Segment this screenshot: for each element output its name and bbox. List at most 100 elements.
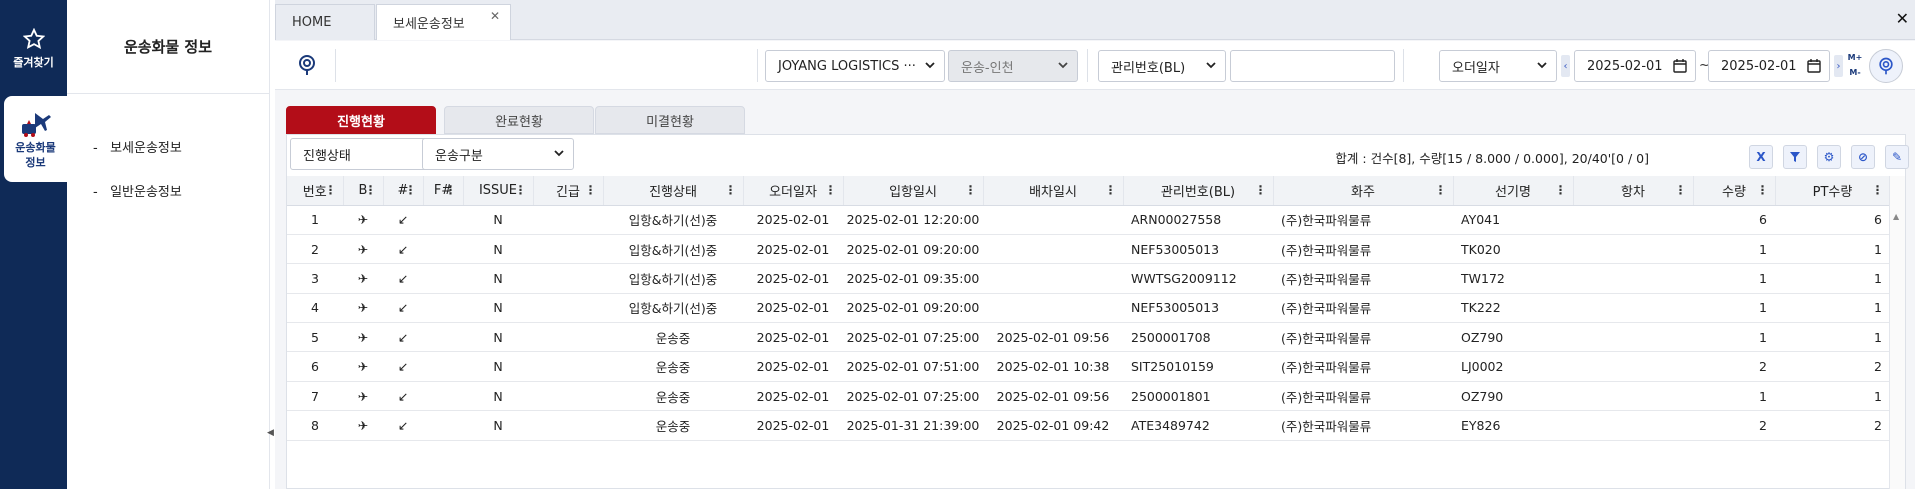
transport-select[interactable]: 운송-인천 [948,50,1078,82]
table-cell [983,234,1123,265]
column-header[interactable]: 오더일자 ⋮ [743,176,844,206]
column-menu-icon[interactable]: ⋮ [965,183,977,197]
column-header[interactable]: 배차일시 ⋮ [983,176,1124,206]
date-type-select[interactable]: 오더일자 [1439,50,1557,82]
table-cell [1573,263,1693,294]
excel-export-button[interactable]: X [1749,145,1773,169]
column-header[interactable]: PT수량 ⋮ [1775,176,1890,206]
column-menu-icon[interactable]: ⋮ [1555,183,1567,197]
transport-type-filter-value: 운송구분 [435,148,483,164]
table-row[interactable]: 7 ✈ ↙ N 운송중 2025-02-01 2025-02-01 07:25:00 2025… [287,381,1890,412]
vertical-scrollbar[interactable]: ▲ [1889,176,1905,489]
column-header[interactable]: ISSUE ⋮ [463,176,534,206]
tab-home[interactable]: HOME [275,4,375,40]
table-cell: 2 [287,234,343,265]
table-row[interactable]: 5 ✈ ↙ N 운송중 2025-02-01 2025-02-01 07:25:00 2025… [287,322,1890,353]
filter-button[interactable] [1783,145,1807,169]
column-menu-icon[interactable]: ⋮ [325,183,337,197]
table-cell [983,293,1123,324]
column-menu-icon[interactable]: ⋮ [1255,183,1267,197]
column-header[interactable]: 진행상태 ⋮ [603,176,744,206]
table-row[interactable]: 4 ✈ ↙ N 입항&하기(선)중 2025-02-01 2025-02-01 09:20:… [287,293,1890,324]
month-minus-button[interactable]: M- [1846,65,1864,80]
import-arrow-icon: ↙ [383,234,423,265]
gear-icon: ⚙ [1823,150,1835,164]
column-header[interactable]: 입항일시 ⋮ [843,176,984,206]
grid-body: 1 ✈ ↙ N 입항&하기(선)중 2025-02-01 2025-02-01 12:20:… [287,205,1890,441]
column-menu-icon[interactable]: ⋮ [515,183,527,197]
tab-pending[interactable]: 미결현황 [595,106,745,134]
column-header[interactable]: 선기명 ⋮ [1453,176,1574,206]
tab-bonded-transport[interactable]: 보세운송정보 ✕ [376,4,511,40]
column-menu-icon[interactable]: ⋮ [445,183,457,197]
calendar-icon[interactable] [1673,59,1687,73]
column-menu-icon[interactable]: ⋮ [825,183,837,197]
key-type-select[interactable]: 관리번호(BL) [1098,50,1226,82]
favorites-nav[interactable]: 즐겨찾기 [0,0,67,90]
table-row[interactable]: 3 ✈ ↙ N 입항&하기(선)중 2025-02-01 2025-02-01 09:35:… [287,263,1890,294]
tab-completed[interactable]: 완료현황 [444,106,594,134]
column-header[interactable]: 관리번호(BL) ⋮ [1123,176,1274,206]
pin-button[interactable]: ✎ [1885,145,1909,169]
date-from-field[interactable]: 2025-02-01 [1574,50,1696,82]
column-header[interactable]: # ⋮ [383,176,424,206]
block-button[interactable]: ⊘ [1851,145,1875,169]
table-row[interactable]: 1 ✈ ↙ N 입항&하기(선)중 2025-02-01 2025-02-01 12:20:… [287,205,1890,235]
table-row[interactable]: 8 ✈ ↙ N 운송중 2025-02-01 2025-01-31 21:39:00 2025… [287,410,1890,441]
transport-type-filter-select[interactable]: 운송구분 [422,138,574,170]
status-filter-select[interactable]: 진행상태 [290,138,442,170]
column-menu-icon[interactable]: ⋮ [585,183,597,197]
result-panel: 진행상태 운송구분 합계 : 건수[8], 수량[15 / 8.000 / 0.… [286,134,1909,489]
column-header[interactable]: 항차 ⋮ [1573,176,1694,206]
side-item-general-transport[interactable]: - 일반운송정보 [93,181,182,200]
column-menu-icon[interactable]: ⋮ [1675,183,1687,197]
date-from-value: 2025-02-01 [1587,58,1663,74]
table-cell: N [463,381,533,412]
column-header[interactable]: 화주 ⋮ [1273,176,1454,206]
table-cell: TW172 [1453,263,1573,294]
table-row[interactable]: 2 ✈ ↙ N 입항&하기(선)중 2025-02-01 2025-02-01 09:20:… [287,234,1890,265]
table-cell: 6 [1775,205,1890,235]
cargo-info-nav[interactable]: 운송화물 정보 [4,96,67,182]
column-menu-icon[interactable]: ⋮ [1757,183,1769,197]
date-prev-button[interactable]: ‹ [1561,55,1570,77]
table-cell: OZ790 [1453,381,1573,412]
column-menu-icon[interactable]: ⋮ [1872,183,1884,197]
column-header[interactable]: F# ⋮ [423,176,464,206]
date-to-field[interactable]: 2025-02-01 [1708,50,1830,82]
column-header[interactable]: 긴급 ⋮ [533,176,604,206]
favorites-label: 즐겨찾기 [13,56,54,69]
column-header[interactable]: 수량 ⋮ [1693,176,1776,206]
column-menu-icon[interactable]: ⋮ [1105,183,1117,197]
side-item-bonded-transport[interactable]: - 보세운송정보 [93,137,182,156]
column-header[interactable]: 번호 ⋮ [287,176,344,206]
column-header[interactable]: B ⋮ [343,176,384,206]
scroll-up-icon[interactable]: ▲ [1893,212,1899,221]
table-cell [423,205,463,235]
column-header-label: 입항일시 [889,184,937,200]
date-next-button[interactable]: › [1834,55,1843,77]
close-tab-icon[interactable]: ✕ [490,9,500,23]
table-cell: 2500001708 [1123,322,1273,353]
close-window-icon[interactable]: ✕ [1896,9,1909,28]
excel-icon: X [1756,150,1766,164]
table-cell [533,293,603,324]
column-menu-icon[interactable]: ⋮ [365,183,377,197]
column-menu-icon[interactable]: ⋮ [725,183,737,197]
company-select[interactable]: JOYANG LOGISTICS ··· [765,50,945,82]
calendar-icon[interactable] [1807,59,1821,73]
key-value-input[interactable] [1230,50,1395,82]
tab-in-progress[interactable]: 진행현황 [286,106,436,134]
search-button[interactable] [1869,49,1903,83]
column-menu-icon[interactable]: ⋮ [1435,183,1447,197]
airplane-icon: ✈ [343,410,383,441]
table-cell: 입항&하기(선)중 [603,293,743,324]
location-pin-icon[interactable] [295,53,319,77]
settings-button[interactable]: ⚙ [1817,145,1841,169]
table-row[interactable]: 6 ✈ ↙ N 운송중 2025-02-01 2025-02-01 07:51:00 2025… [287,351,1890,382]
month-adjust-buttons[interactable]: M+ M- [1846,50,1864,82]
table-cell: 2025-02-01 10:38 [983,351,1123,382]
month-plus-button[interactable]: M+ [1846,50,1864,65]
column-menu-icon[interactable]: ⋮ [405,183,417,197]
collapse-sidebar-icon[interactable]: ◀ [267,428,274,438]
